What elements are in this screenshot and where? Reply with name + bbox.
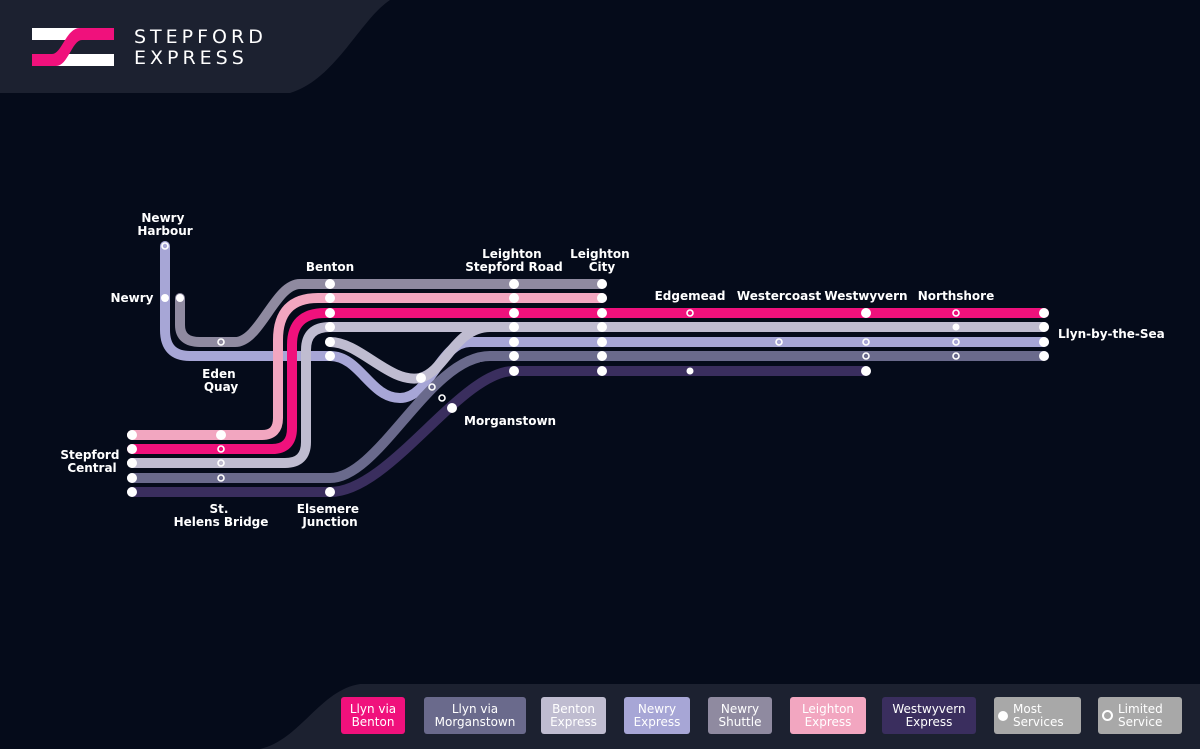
station-label-benton: Benton: [306, 260, 354, 274]
legend-label: Llyn via Morganstown: [434, 701, 516, 729]
station-label-newry: Newry: [110, 291, 153, 305]
route-map: Newry Harbour Newry Eden Quay Benton Lei…: [0, 0, 1200, 749]
stop-marker-llyn-4: [1039, 351, 1049, 361]
legend-westwyvern-express[interactable]: Westwyvern Express: [882, 697, 976, 734]
legend-most-services[interactable]: Most Services: [994, 697, 1081, 734]
stop-marker-lsr-2: [509, 293, 519, 303]
stop-marker-westwyvern-2: [861, 366, 871, 376]
stop-marker-benton-5: [325, 337, 335, 347]
station-label-newry-harbour: Newry Harbour: [137, 211, 192, 238]
station-label-westercoast: Westercoast: [737, 289, 821, 303]
stop-marker-benton-2: [325, 293, 335, 303]
stop-marker-lsr-1: [509, 279, 519, 289]
legend-llyn-via-morganstown[interactable]: Llyn via Morganstown: [424, 697, 526, 734]
station-label-eden-quay: Eden Quay: [202, 367, 240, 394]
stop-marker-lsr-5: [509, 337, 519, 347]
station-label-edgemead: Edgemead: [655, 289, 726, 303]
stop-marker-lc-5: [597, 337, 607, 347]
limited-service-icon: [1102, 710, 1113, 721]
stop-marker-llyn-3: [1039, 337, 1049, 347]
stop-marker-benton-3: [325, 308, 335, 318]
station-label-llyn-by-the-sea: Llyn-by-the-Sea: [1058, 327, 1165, 341]
stop-marker-benton-1: [325, 279, 335, 289]
station-label-leighton-city: Leighton City: [570, 247, 634, 274]
legend-leighton-express[interactable]: Leighton Express: [790, 697, 866, 734]
legend-newry-express[interactable]: Newry Express: [624, 697, 690, 734]
station-label-elsemere-junction: Elsemere Junction: [297, 502, 363, 529]
legend-label: Llyn via Benton: [349, 701, 397, 729]
legend-label: Newry Express: [633, 701, 681, 729]
legend-label: Most Services: [1013, 701, 1064, 729]
stop-marker-sc-3: [127, 458, 137, 468]
stop-marker-lsr-4: [509, 322, 519, 332]
stop-marker-newry: [161, 294, 169, 302]
legend-llyn-via-benton[interactable]: Llyn via Benton: [341, 697, 405, 734]
station-label-northshore: Northshore: [918, 289, 994, 303]
legend-label: Westwyvern Express: [892, 701, 966, 729]
stop-marker-benton-4: [325, 322, 335, 332]
stop-marker-morganstown: [447, 403, 457, 413]
stop-marker-llyn-2: [1039, 322, 1049, 332]
legend-label: Newry Shuttle: [718, 701, 762, 729]
brand-name-line-2: EXPRESS: [134, 47, 248, 69]
legend-newry-shuttle[interactable]: Newry Shuttle: [708, 697, 772, 734]
stop-marker-shb-1: [216, 430, 226, 440]
station-label-stepford-central: Stepford Central: [60, 448, 123, 475]
stop-marker-lsr-7: [509, 366, 519, 376]
stop-marker-lc-6: [597, 351, 607, 361]
stop-marker-lsr-3: [509, 308, 519, 318]
stop-marker-edgemead: [686, 367, 694, 375]
stop-marker-elsemere: [325, 487, 335, 497]
stop-marker-sc-4: [127, 473, 137, 483]
stop-marker-benton-6: [325, 351, 335, 361]
stop-marker-northshore-2: [952, 323, 960, 331]
station-label-westwyvern: Westwyvern: [824, 289, 907, 303]
legend-label: Limited Service: [1118, 701, 1163, 729]
station-label-leighton-stepford-road: Leighton Stepford Road: [465, 247, 562, 274]
stop-marker-lc-3: [597, 308, 607, 318]
legend-label: Leighton Express: [801, 701, 855, 729]
stop-marker-eden-quay-branch: [416, 373, 426, 383]
legend-label: Benton Express: [550, 701, 597, 729]
stop-marker-sc-1: [127, 430, 137, 440]
stop-marker-lc-7: [597, 366, 607, 376]
stop-marker-lsr-6: [509, 351, 519, 361]
legend-limited-service[interactable]: Limited Service: [1098, 697, 1182, 734]
legend-benton-express[interactable]: Benton Express: [541, 697, 606, 734]
station-label-st-helens-bridge: St. Helens Bridge: [174, 502, 269, 529]
stop-marker-lc-4: [597, 322, 607, 332]
brand-name-line-1: STEPFORD: [134, 26, 267, 48]
stop-marker-westwyvern-1: [861, 308, 871, 318]
station-label-morganstown: Morganstown: [464, 414, 556, 428]
stop-marker-sc-2: [127, 444, 137, 454]
route-benton-express: [127, 322, 1049, 468]
stop-marker-lc-2: [597, 293, 607, 303]
stop-marker-lc-1: [597, 279, 607, 289]
stop-marker-morganstown-ring-2: [438, 394, 446, 402]
stop-marker-newry-shuttle: [176, 294, 184, 302]
most-services-icon: [998, 710, 1008, 721]
stop-marker-llyn-1: [1039, 308, 1049, 318]
stop-marker-sc-5: [127, 487, 137, 497]
